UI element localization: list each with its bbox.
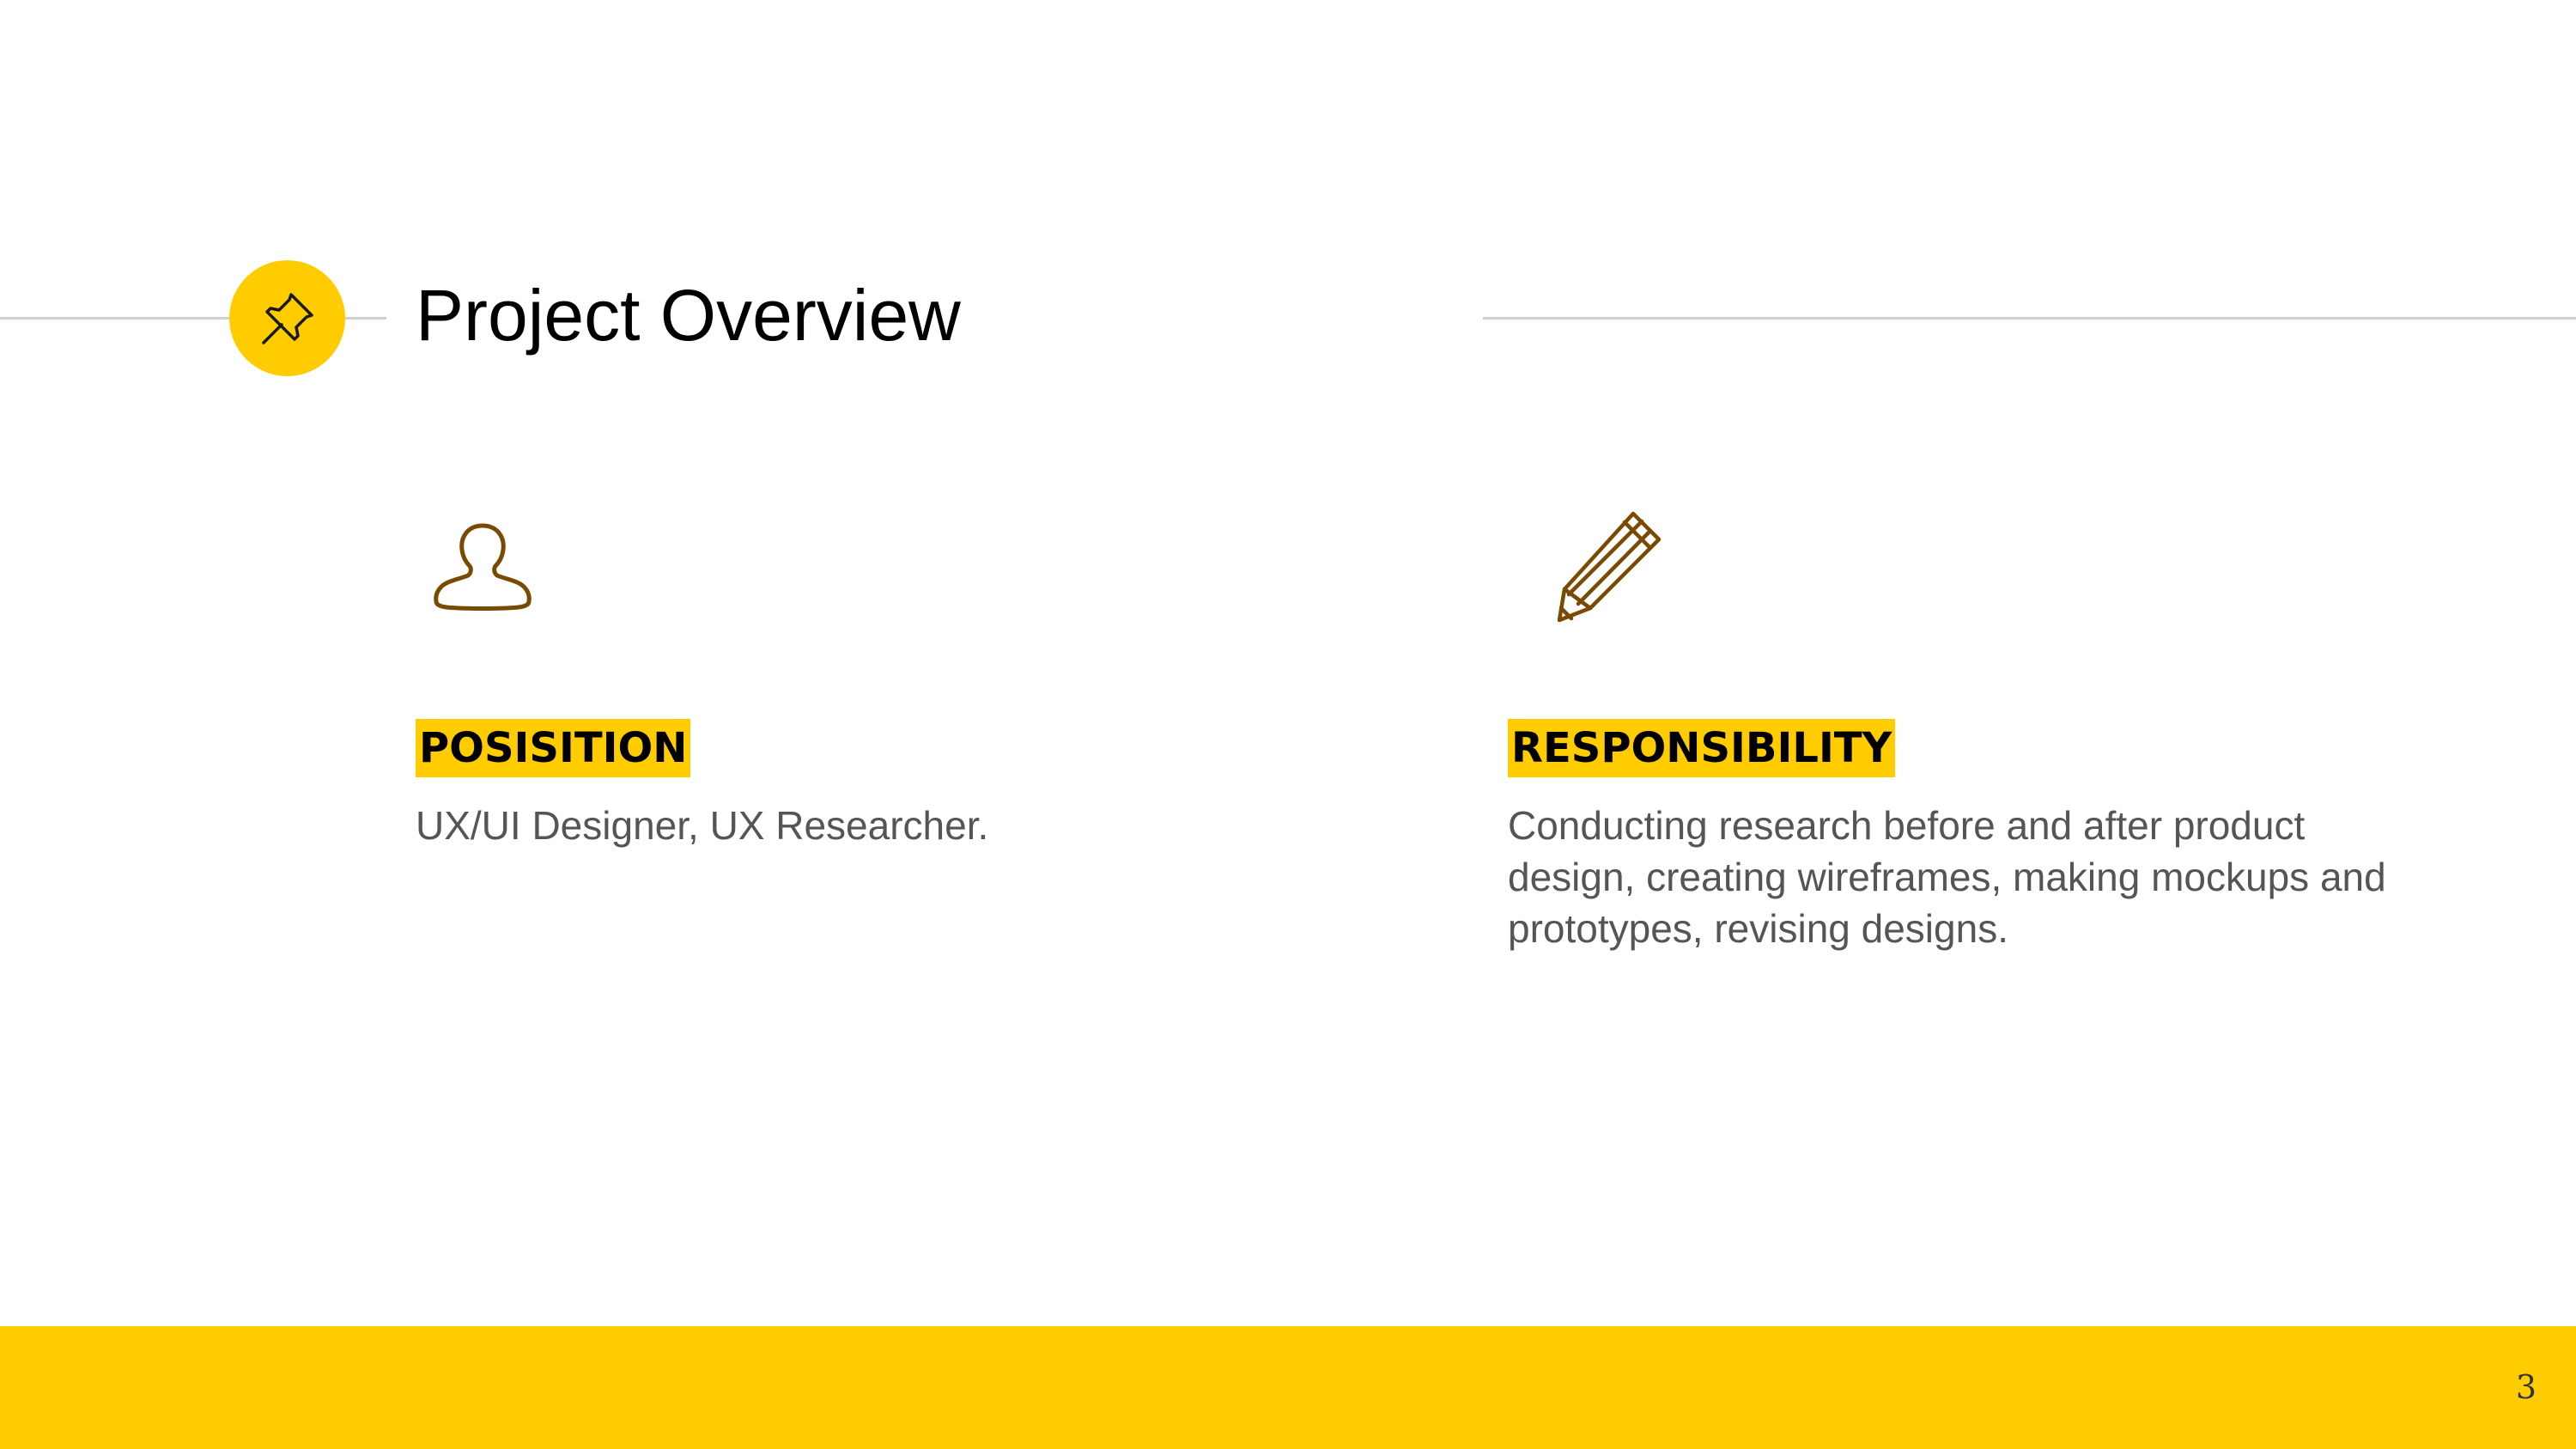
footer-bar: 3 [0,1326,2576,1449]
page-title: Project Overview [416,275,961,356]
page-number: 3 [2515,1368,2537,1406]
title-badge [229,260,345,376]
responsibility-text: Conducting research before and after pro… [1508,803,2386,951]
header-rule-right [1483,317,2576,320]
position-label: POSISITION [416,719,691,777]
responsibility-label: RESPONSIBILITY [1508,719,1896,777]
pushpin-icon [261,292,313,344]
pencil-icon [1546,507,1666,627]
person-icon [422,512,543,632]
position-text: UX/UI Designer, UX Researcher. [416,803,989,848]
slide: Project Overview POSISITION UX/UI Design… [0,0,2576,1449]
